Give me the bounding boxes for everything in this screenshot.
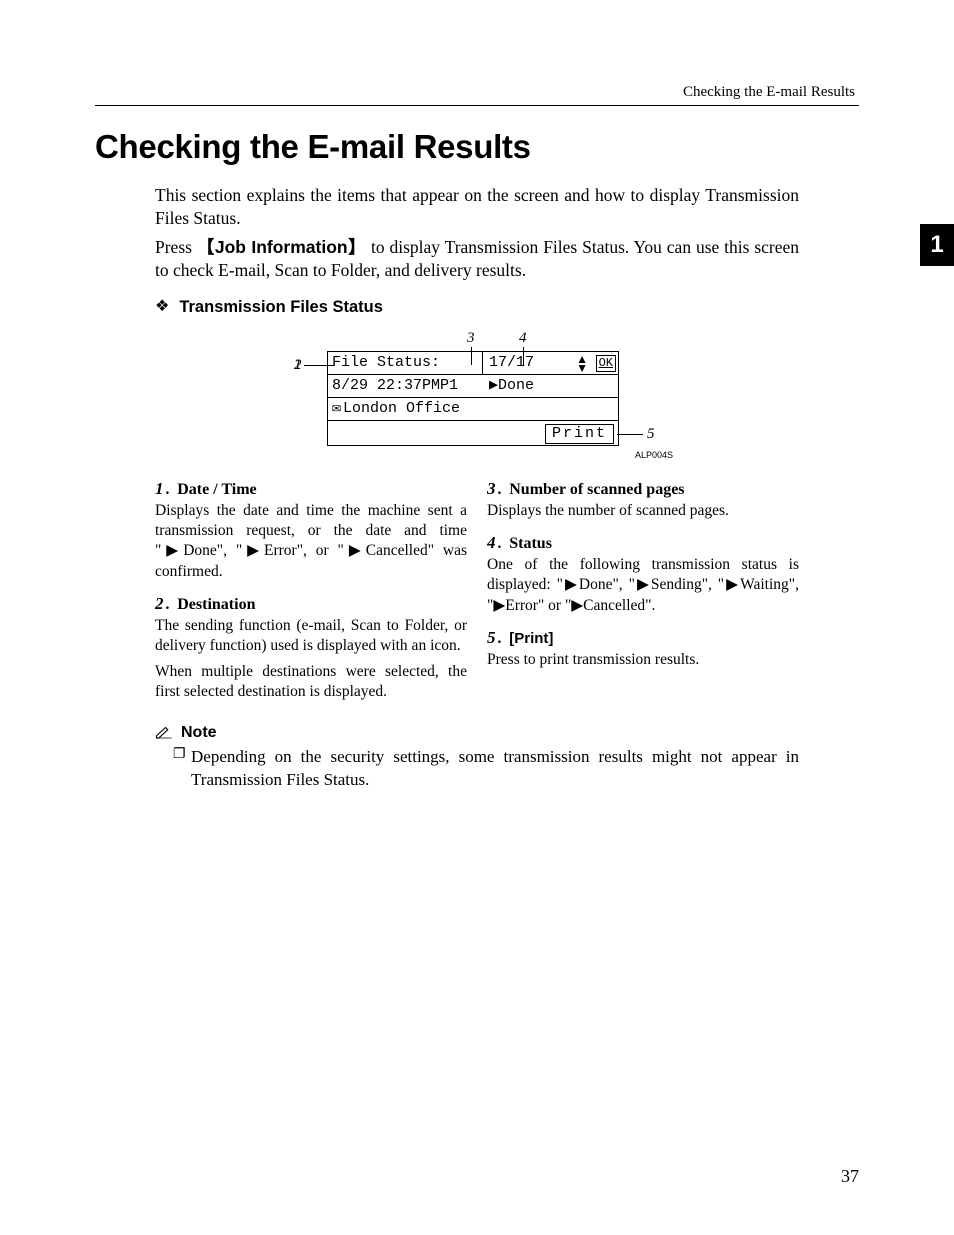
item-name: Status xyxy=(509,535,552,552)
callout-5: 5 xyxy=(647,425,655,443)
page-title: Checking the E-mail Results xyxy=(95,128,859,166)
panel-header-row: File Status: 17/17 ▲▼ OK xyxy=(328,352,618,375)
page-count: 17/17 xyxy=(489,354,534,372)
note-label: Note xyxy=(181,724,217,741)
period: . xyxy=(498,481,502,498)
note-bullet-icon: ❐ xyxy=(173,746,191,791)
period: . xyxy=(498,535,502,552)
transmission-status-figure: 3 4 File Status: 17/17 ▲▼ OK 1 xyxy=(257,329,697,461)
note-heading: Note xyxy=(155,724,799,742)
period: . xyxy=(166,596,170,613)
subsection-header: ❖ Transmission Files Status xyxy=(155,296,799,317)
right-column: 3. Number of scanned pages Displays the … xyxy=(487,479,799,714)
header-rule xyxy=(95,105,859,106)
description-columns: 1. Date / Time Displays the date and tim… xyxy=(155,479,799,714)
note-item: ❐ Depending on the security settings, so… xyxy=(173,746,799,791)
job-information-key: Job Information xyxy=(215,237,348,257)
leader-5: 5 xyxy=(617,425,655,443)
file-status-label: File Status: xyxy=(328,352,483,374)
content-area: This section explains the items that app… xyxy=(155,184,799,791)
panel-row-2: 2 ✉ London Office xyxy=(328,398,618,421)
item-2-body: The sending function (e-mail, Scan to Fo… xyxy=(155,616,467,656)
item-5-body: Press to print transmission results. xyxy=(487,650,799,670)
period: . xyxy=(498,630,502,647)
lcd-panel: File Status: 17/17 ▲▼ OK 1 8/29 22:37PMP… xyxy=(327,351,619,446)
destination-icon: ✉ xyxy=(332,400,341,418)
period: . xyxy=(166,481,170,498)
page-number: 37 xyxy=(841,1166,859,1187)
subsection-title: Transmission Files Status xyxy=(179,298,383,316)
item-name: [Print] xyxy=(509,630,553,647)
page: Checking the E-mail Results Checking the… xyxy=(0,0,954,1235)
intro-paragraph-1: This section explains the items that app… xyxy=(155,184,799,230)
callout-3: 3 xyxy=(467,329,475,347)
callout-2: 2 xyxy=(294,356,302,374)
close-bracket-icon: 】 xyxy=(348,237,367,257)
item-4-head: 4. Status xyxy=(487,533,799,553)
print-button[interactable]: Print xyxy=(545,424,614,444)
diamond-bullet-icon: ❖ xyxy=(155,298,169,315)
open-bracket-icon: 【 xyxy=(197,237,215,257)
item-number: 3 xyxy=(487,479,496,498)
item-number: 2 xyxy=(155,594,164,613)
ok-indicator: OK xyxy=(596,355,616,371)
note-text: Depending on the security settings, some… xyxy=(191,746,799,791)
page-count-cell: 17/17 ▲▼ OK xyxy=(483,354,618,372)
destination-name: London Office xyxy=(343,400,460,418)
pencil-icon xyxy=(155,725,173,739)
item-name: Number of scanned pages xyxy=(509,481,684,498)
running-head: Checking the E-mail Results xyxy=(95,84,859,101)
item-1-head: 1. Date / Time xyxy=(155,479,467,499)
chapter-tab: 1 xyxy=(920,224,954,266)
item-number: 5 xyxy=(487,628,496,647)
item-5-head: 5. [Print] xyxy=(487,628,799,648)
item-3-head: 3. Number of scanned pages xyxy=(487,479,799,499)
left-column: 1. Date / Time Displays the date and tim… xyxy=(155,479,467,714)
callout-4: 4 xyxy=(519,329,527,347)
item-name: Date / Time xyxy=(177,481,256,498)
item-name: Destination xyxy=(177,596,255,613)
item-1-body: Displays the date and time the machine s… xyxy=(155,501,467,582)
item-2-body-2: When multiple destinations were selected… xyxy=(155,662,467,702)
leader-line xyxy=(304,365,334,366)
item-number: 4 xyxy=(487,533,496,552)
intro-paragraph-2: Press 【Job Information】 to display Trans… xyxy=(155,236,799,282)
leader-line xyxy=(617,434,643,435)
panel-row-1: 1 8/29 22:37PMP1 ▶Done xyxy=(328,375,618,398)
figure-code: ALP004S xyxy=(257,450,673,461)
item-3-body: Displays the number of scanned pages. xyxy=(487,501,799,521)
up-down-arrows-icon: ▲▼ xyxy=(576,355,588,373)
item-4-body: One of the following transmission status… xyxy=(487,555,799,615)
panel-row-3: Print xyxy=(328,421,618,445)
item-number: 1 xyxy=(155,479,164,498)
datetime-cell: 8/29 22:37PMP1 xyxy=(328,375,483,397)
item-2-head: 2. Destination xyxy=(155,594,467,614)
note-block: Note ❐ Depending on the security setting… xyxy=(155,724,799,791)
status-cell: ▶Done xyxy=(483,377,618,395)
text-fragment: Press xyxy=(155,237,197,257)
